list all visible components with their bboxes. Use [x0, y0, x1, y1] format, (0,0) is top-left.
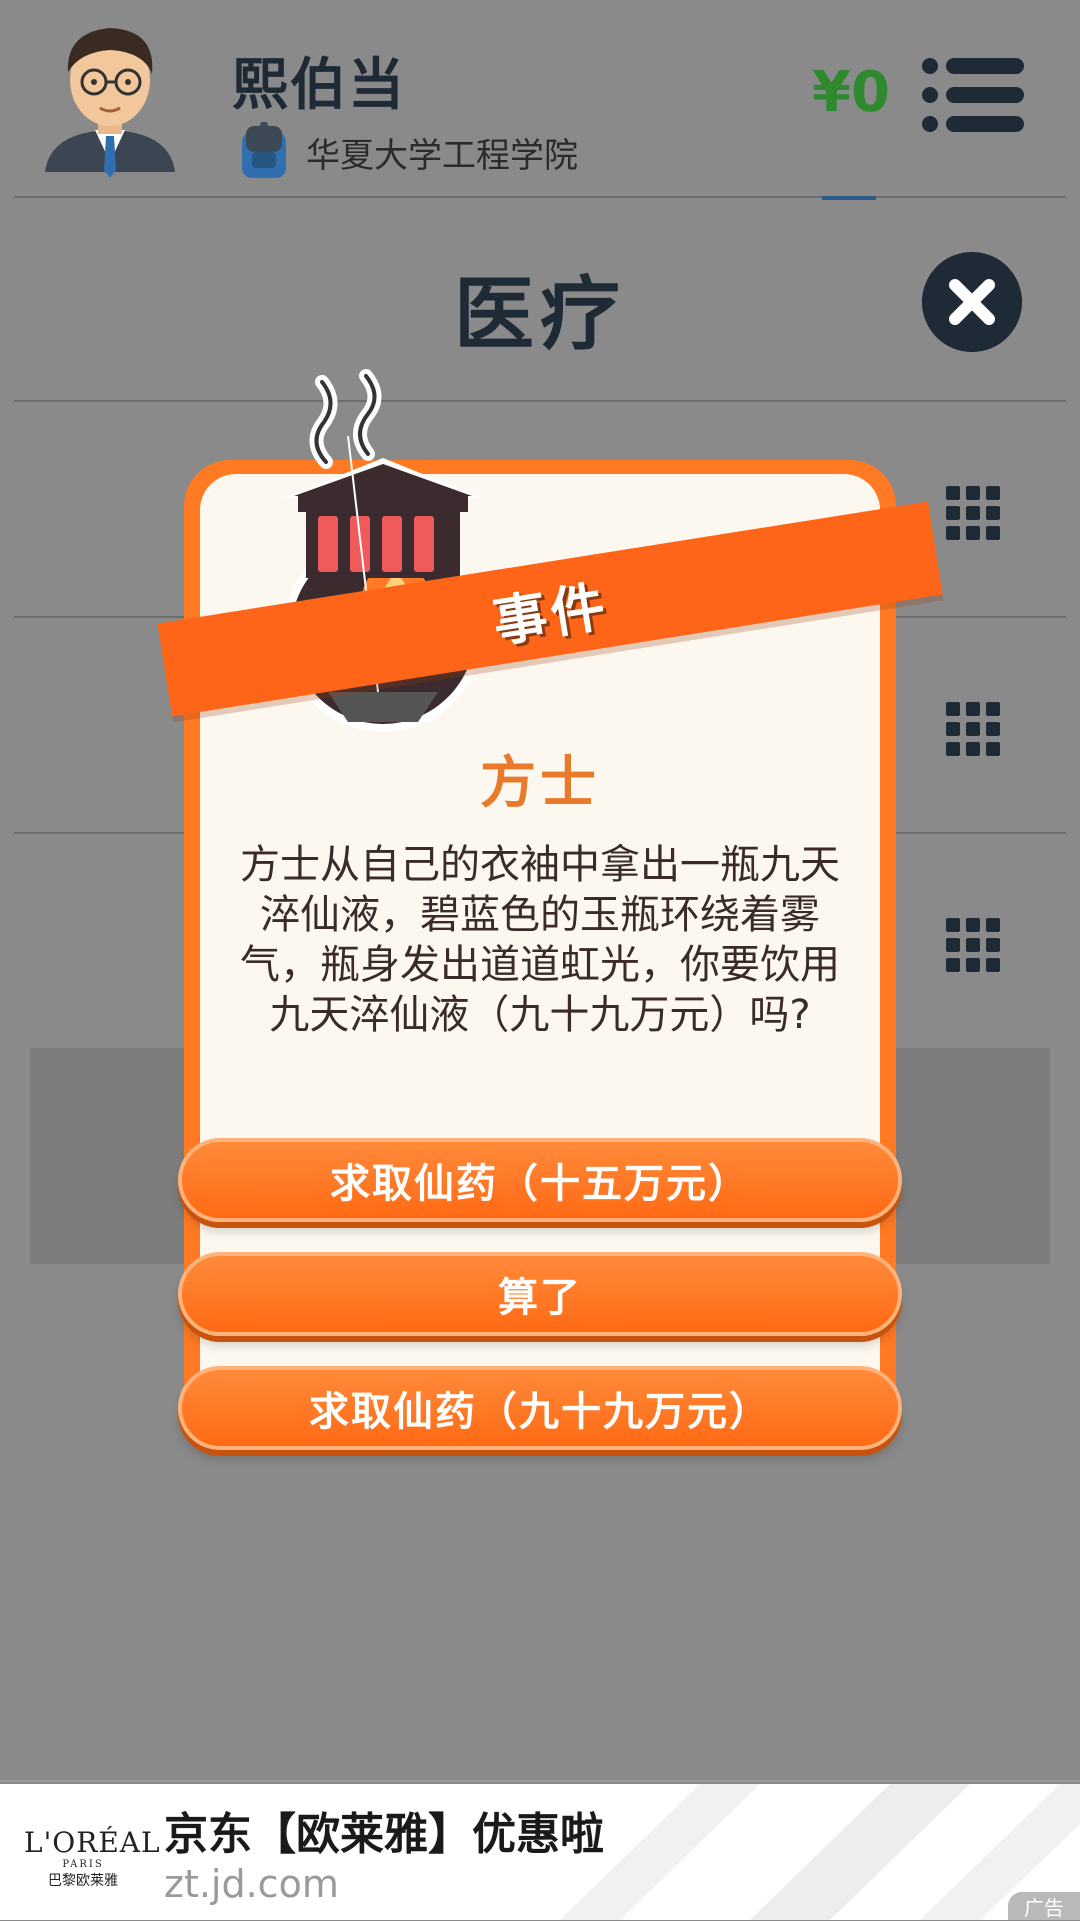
ad-badge: 广告 [1008, 1892, 1080, 1920]
ad-badge-label: 广告 [1024, 1895, 1064, 1920]
header: 熙伯当 华夏大学工程学院 ¥0 [0, 0, 1080, 198]
ad-brand-logo: L'ORÉAL PARIS 巴黎欧莱雅 [24, 1826, 161, 1890]
player-name: 熙伯当 [232, 53, 406, 118]
school-row: 华夏大学工程学院 [236, 122, 578, 182]
choice-button-1[interactable]: 求取仙药（十五万元） [178, 1138, 902, 1222]
choice-button-3[interactable]: 求取仙药（九十九万元） [178, 1366, 902, 1450]
divider [14, 196, 1066, 198]
grid-icon[interactable] [946, 486, 1000, 540]
event-description: 方士从自己的衣袖中拿出一瓶九天淬仙液，碧蓝色的玉瓶环绕着雾气，瓶身发出道道虹光，… [240, 842, 840, 1038]
school-name: 华夏大学工程学院 [306, 135, 578, 176]
close-icon[interactable] [922, 252, 1022, 352]
divider [0, 1780, 1080, 1782]
ad-brand-line1: L'ORÉAL [24, 1826, 161, 1859]
menu-icon[interactable] [922, 58, 1024, 132]
divider-accent [822, 196, 876, 200]
grid-icon[interactable] [946, 918, 1000, 972]
event-title: 方士 [480, 751, 600, 816]
event-banner-label: 事件 [488, 573, 613, 655]
ad-brand-line2: PARIS [62, 1859, 104, 1870]
divider [14, 400, 1066, 402]
player-avatar[interactable] [40, 12, 180, 182]
ad-brand-line3: 巴黎欧莱雅 [48, 1873, 118, 1889]
choice-button-2[interactable]: 算了 [178, 1252, 902, 1336]
page-title: 医疗 [454, 268, 626, 361]
money-display: ¥0 [812, 60, 890, 125]
ad-url[interactable]: zt.jd.com [164, 1862, 339, 1906]
backpack-icon [242, 122, 286, 178]
ad-decoration [560, 1784, 1080, 1920]
